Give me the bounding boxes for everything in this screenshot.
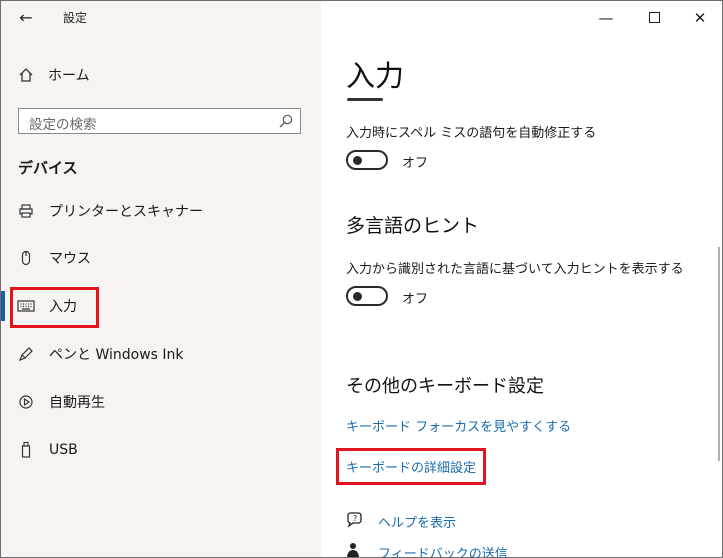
sidebar-item-label: プリンターとスキャナー <box>49 204 203 220</box>
sidebar-item-label: 自動再生 <box>49 395 105 411</box>
multilingual-toggle-state: オフ <box>402 292 429 307</box>
back-arrow-icon[interactable]: ← <box>13 7 39 29</box>
sidebar-item-usb[interactable]: USB <box>17 436 317 464</box>
multilingual-toggle[interactable] <box>346 286 388 306</box>
svg-text:?: ? <box>353 514 357 523</box>
multilingual-heading: 多言語のヒント <box>346 215 480 237</box>
autocorrect-description: 入力時にスペル ミスの語句を自動修正する <box>346 126 597 141</box>
keyboard-focus-link[interactable]: キーボード フォーカスを見やすくする <box>346 416 571 435</box>
sidebar-item-pen[interactable]: ペンと Windows Ink <box>17 340 317 368</box>
highlight-box-advanced <box>336 448 486 485</box>
pen-icon <box>17 345 35 363</box>
sidebar: ← 設定 ホーム 設定の検索 デバイス プリンターとスキャナー マウス 入力 ペ… <box>1 1 321 557</box>
other-keyboard-heading: その他のキーボード設定 <box>346 376 544 397</box>
nav-home[interactable]: ホーム <box>17 63 90 87</box>
sidebar-item-printers[interactable]: プリンターとスキャナー <box>17 197 317 225</box>
mouse-icon <box>17 249 35 267</box>
show-help-link[interactable]: ヘルプを表示 <box>378 512 456 531</box>
section-heading-devices: デバイス <box>18 159 78 177</box>
home-icon <box>17 66 35 84</box>
toggle-knob <box>353 292 362 301</box>
sidebar-item-label: ペンと Windows Ink <box>49 347 184 363</box>
selected-indicator <box>1 291 5 321</box>
main-content: — ✕ 入力 入力時にスペル ミスの語句を自動修正する オフ 多言語のヒント 入… <box>321 1 722 557</box>
multilingual-description: 入力から識別された言語に基づいて入力ヒントを表示する <box>346 262 684 277</box>
toggle-knob <box>353 156 362 165</box>
maximize-icon[interactable] <box>639 7 669 29</box>
sidebar-item-label: USB <box>49 442 78 458</box>
scrollbar[interactable] <box>718 247 720 461</box>
usb-icon <box>17 441 35 459</box>
sidebar-item-label: マウス <box>49 251 91 267</box>
autoplay-icon <box>17 393 35 411</box>
home-label: ホーム <box>48 68 90 84</box>
sidebar-item-autoplay[interactable]: 自動再生 <box>17 388 317 416</box>
window-title: 設定 <box>63 11 88 25</box>
sidebar-item-mouse[interactable]: マウス <box>17 244 317 272</box>
minimize-icon[interactable]: — <box>591 7 621 29</box>
autocorrect-toggle-state: オフ <box>402 156 429 171</box>
search-input[interactable]: 設定の検索 <box>18 108 301 134</box>
autocorrect-toggle[interactable] <box>346 150 388 170</box>
search-icon[interactable] <box>278 113 294 129</box>
help-icon: ? <box>346 512 364 530</box>
highlight-box-input <box>10 287 99 328</box>
close-icon[interactable]: ✕ <box>685 7 715 29</box>
page-title: 入力 <box>346 59 405 93</box>
settings-window: ← 設定 ホーム 設定の検索 デバイス プリンターとスキャナー マウス 入力 ペ… <box>0 0 723 558</box>
scroll-indicator <box>347 98 383 101</box>
feedback-icon <box>346 542 364 557</box>
search-placeholder: 設定の検索 <box>29 117 97 133</box>
printer-icon <box>17 202 35 220</box>
send-feedback-link[interactable]: フィードバックの送信 <box>378 543 508 557</box>
